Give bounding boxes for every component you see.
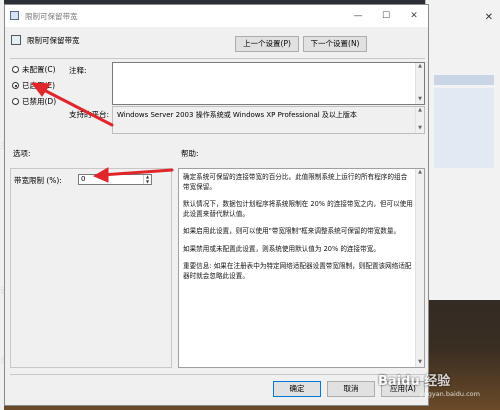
radio-not-configured[interactable]: 未配置(C) xyxy=(12,64,56,75)
scroll-up-icon[interactable]: ▲ xyxy=(416,169,424,177)
radio-icon[interactable] xyxy=(12,98,19,105)
support-value: Windows Server 2003 操作系统或 Windows XP Pro… xyxy=(117,111,357,119)
support-label: 支持的平台: xyxy=(69,110,110,119)
help-scrollbar[interactable]: ▲ ▼ xyxy=(415,169,424,367)
background-window: ✕ xyxy=(425,0,500,300)
help-paragraph: 默认情况下，数据包计划程序将系统限制在 20% 的连接带宽之内，但可以使用此设置… xyxy=(183,200,413,218)
scroll-down-icon[interactable]: ▼ xyxy=(416,359,424,367)
radio-disabled[interactable]: 已禁用(D) xyxy=(12,96,56,107)
header-divider xyxy=(10,58,425,59)
background-close-icon[interactable]: ✕ xyxy=(485,12,493,23)
maximize-icon[interactable]: ☐ xyxy=(378,9,394,23)
support-box: Windows Server 2003 操作系统或 Windows XP Pro… xyxy=(112,106,425,134)
comment-scrollbar[interactable]: ▲ ▼ xyxy=(415,63,424,104)
options-panel: 带宽限制 (%): 0 ▲ ▼ xyxy=(10,168,172,368)
scroll-down-icon[interactable]: ▼ xyxy=(416,96,424,104)
policy-dialog: 限制可保留带宽 — ☐ ✕ 限制可保留带宽 上一个设置(P) 下一个设置(N) … xyxy=(4,4,429,406)
watermark-brand: Baidu 经验 xyxy=(378,374,451,389)
help-section-label: 帮助: xyxy=(181,149,199,158)
spin-buttons[interactable]: ▲ ▼ xyxy=(143,174,151,185)
prev-setting-button[interactable]: 上一个设置(P) xyxy=(235,36,299,52)
spin-down-icon[interactable]: ▼ xyxy=(144,179,151,185)
radio-enabled[interactable]: 已启用(E) xyxy=(12,80,55,91)
comment-label: 注释: xyxy=(69,66,87,75)
bandwidth-label: 带宽限制 (%): xyxy=(14,176,62,185)
title-bar: 限制可保留带宽 — ☐ ✕ xyxy=(5,5,428,27)
scroll-up-icon[interactable]: ▲ xyxy=(416,63,424,71)
radio-label: 已禁用(D) xyxy=(22,97,57,106)
window-title: 限制可保留带宽 xyxy=(25,12,78,21)
setting-icon xyxy=(11,35,21,45)
comment-textarea[interactable]: ▲ ▼ xyxy=(112,62,425,105)
bandwidth-value[interactable]: 0 xyxy=(81,175,85,183)
radio-label: 未配置(C) xyxy=(22,65,56,74)
help-panel: 确定系统可保留的连接带宽的百分比。此值限制系统上运行的所有程序的组合带宽保留。 … xyxy=(178,168,425,368)
minimize-icon[interactable]: — xyxy=(350,9,366,23)
scroll-down-icon[interactable]: ▼ xyxy=(416,125,424,133)
options-section-label: 选项: xyxy=(13,149,31,158)
help-paragraph: 如果启用此设置，则可以使用"带宽限制"框来调整系统可保留的带宽数量。 xyxy=(183,227,401,235)
help-text: 确定系统可保留的连接带宽的百分比。此值限制系统上运行的所有程序的组合带宽保留。 … xyxy=(183,173,413,289)
policy-icon xyxy=(10,11,19,20)
next-setting-button[interactable]: 下一个设置(N) xyxy=(303,36,367,52)
close-icon[interactable]: ✕ xyxy=(406,9,422,23)
background-panel xyxy=(434,88,494,168)
radio-icon[interactable] xyxy=(12,66,19,73)
ok-button[interactable]: 确定 xyxy=(273,381,321,397)
watermark-url: jingyan.baidu.com xyxy=(420,390,480,398)
policy-title: 限制可保留带宽 xyxy=(27,36,80,45)
help-paragraph: 如果禁用或未配置此设置，则系统使用默认值为 20% 的连接带宽。 xyxy=(183,244,380,253)
radio-label: 已启用(E) xyxy=(22,81,56,90)
cancel-button[interactable]: 取消 xyxy=(327,381,375,397)
support-scrollbar[interactable]: ▲ ▼ xyxy=(415,107,424,133)
scroll-up-icon[interactable]: ▲ xyxy=(416,107,424,115)
footer-divider xyxy=(10,374,425,375)
help-paragraph: 确定系统可保留的连接带宽的百分比。此值限制系统上运行的所有程序的组合带宽保留。 xyxy=(183,173,408,191)
bandwidth-spinbox[interactable]: 0 ▲ ▼ xyxy=(78,174,152,185)
background-strip xyxy=(434,75,494,85)
radio-icon[interactable] xyxy=(12,82,19,89)
help-paragraph: 重要信息: 如果在注册表中为特定网络适配器设置带宽限制，则配置该网络适配器时就会… xyxy=(183,262,412,280)
